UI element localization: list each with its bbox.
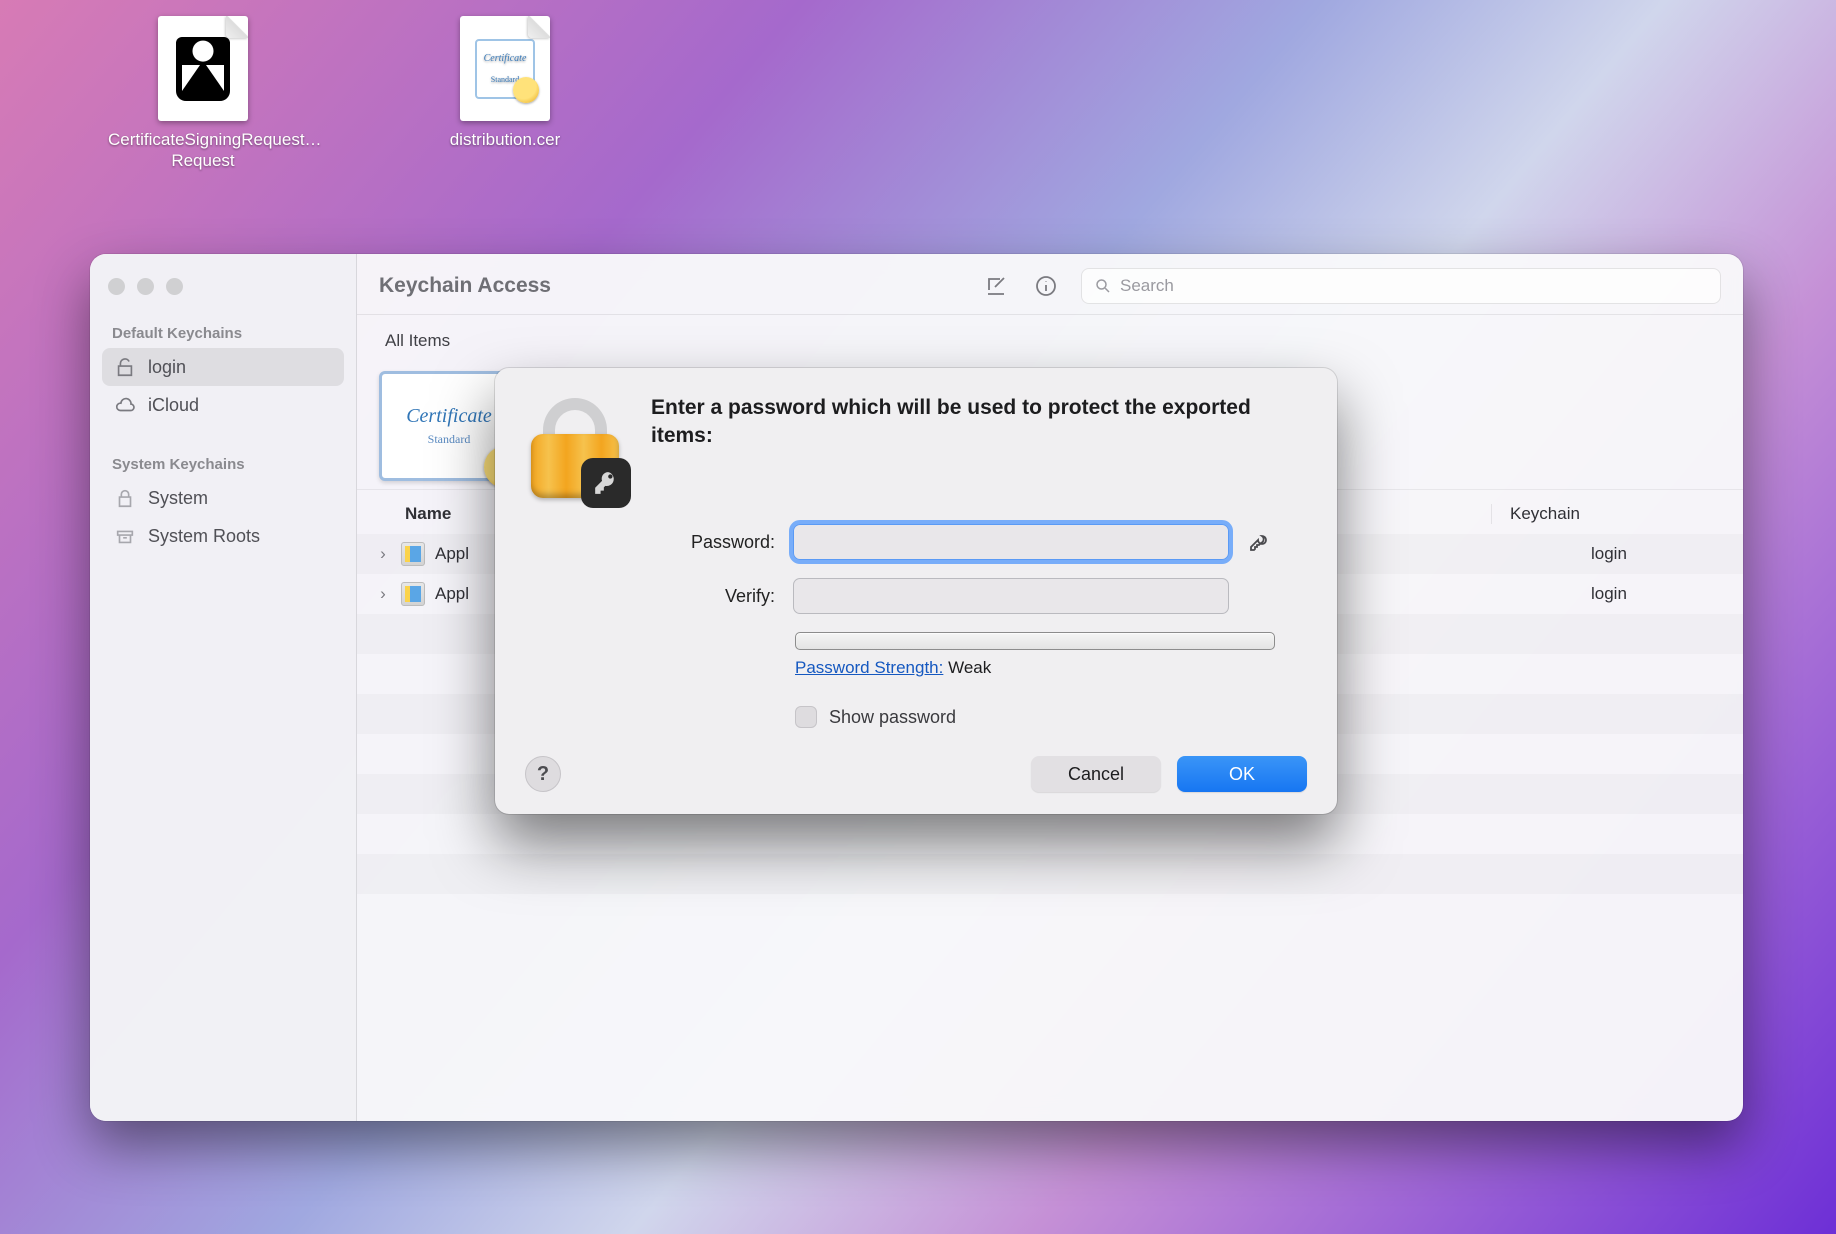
sidebar-item-label: iCloud	[148, 395, 199, 416]
verify-label: Verify:	[655, 586, 775, 607]
sidebar-item-label: System Roots	[148, 526, 260, 547]
ok-button[interactable]: OK	[1177, 756, 1307, 792]
compose-button[interactable]	[981, 271, 1011, 301]
password-input[interactable]	[793, 524, 1229, 560]
help-button[interactable]: ?	[525, 756, 561, 792]
key-icon	[1247, 528, 1271, 552]
row-keychain: login	[1591, 544, 1721, 564]
desktop-file-csr[interactable]: CertificateSigningRequest…Request	[103, 16, 303, 171]
verify-input[interactable]	[793, 578, 1229, 614]
keys-badge-icon	[581, 458, 631, 508]
file-label: CertificateSigningRequest…Request	[108, 129, 298, 171]
file-label: distribution.cer	[450, 129, 561, 150]
file-thumb: Certificate Standard	[460, 16, 550, 121]
cloud-icon	[114, 394, 136, 416]
info-button[interactable]	[1031, 271, 1061, 301]
seal-icon	[513, 77, 539, 103]
minimize-icon[interactable]	[137, 278, 154, 295]
search-field[interactable]: Search	[1081, 268, 1721, 304]
dialog-form: Password: Verify: Password Strength: Wea…	[525, 524, 1307, 728]
close-icon[interactable]	[108, 278, 125, 295]
archive-icon	[114, 525, 136, 547]
cert-preview-title: Certificate	[406, 405, 492, 428]
dialog-title: Enter a password which will be used to p…	[651, 394, 1307, 502]
tuxedo-icon	[176, 37, 230, 101]
sidebar-item-icloud[interactable]: iCloud	[102, 386, 344, 424]
sidebar-item-login[interactable]: login	[102, 348, 344, 386]
chevron-right-icon[interactable]: ›	[375, 544, 391, 564]
sidebar-item-label: login	[148, 357, 186, 378]
password-strength-link[interactable]: Password Strength:	[795, 658, 943, 677]
certificate-row-icon	[401, 582, 425, 606]
sidebar-item-system-roots[interactable]: System Roots	[102, 517, 344, 555]
unlock-icon	[114, 356, 136, 378]
show-password-label: Show password	[829, 707, 956, 728]
lock-icon	[525, 394, 625, 502]
lock-icon	[114, 487, 136, 509]
sidebar-section-default: Default Keychains	[102, 319, 344, 348]
show-password-checkbox[interactable]	[795, 706, 817, 728]
toolbar: Keychain Access Search	[357, 254, 1743, 315]
row-keychain: login	[1591, 584, 1721, 604]
sidebar-item-label: System	[148, 488, 208, 509]
table-row	[357, 854, 1743, 894]
window-title: Keychain Access	[379, 274, 551, 298]
table-row	[357, 814, 1743, 854]
desktop-file-cer[interactable]: Certificate Standard distribution.cer	[405, 16, 605, 150]
password-strength-text: Password Strength: Weak	[795, 658, 1307, 678]
certificate-icon: Certificate Standard	[475, 39, 535, 99]
zoom-icon[interactable]	[166, 278, 183, 295]
key-generator-button[interactable]	[1247, 528, 1275, 557]
password-strength-value: Weak	[948, 658, 991, 677]
certificate-row-icon	[401, 542, 425, 566]
cert-preview-subtitle: Standard	[428, 432, 471, 447]
search-placeholder: Search	[1120, 276, 1174, 296]
cancel-button[interactable]: Cancel	[1031, 756, 1161, 792]
chevron-right-icon[interactable]: ›	[375, 584, 391, 604]
sidebar: Default Keychains login iCloud System Ke…	[90, 254, 357, 1121]
search-icon	[1094, 277, 1112, 295]
sidebar-item-system[interactable]: System	[102, 479, 344, 517]
password-label: Password:	[655, 532, 775, 553]
password-strength-meter	[795, 632, 1275, 650]
column-keychain[interactable]: Keychain	[1491, 504, 1721, 524]
sidebar-section-system: System Keychains	[102, 450, 344, 479]
info-icon	[1034, 274, 1058, 298]
file-thumb	[158, 16, 248, 121]
category-tabs: All Items	[357, 315, 1743, 357]
window-traffic-lights[interactable]	[108, 278, 344, 295]
compose-icon	[984, 274, 1008, 298]
tab-all-items[interactable]: All Items	[379, 325, 456, 357]
export-password-dialog: Enter a password which will be used to p…	[495, 368, 1337, 814]
